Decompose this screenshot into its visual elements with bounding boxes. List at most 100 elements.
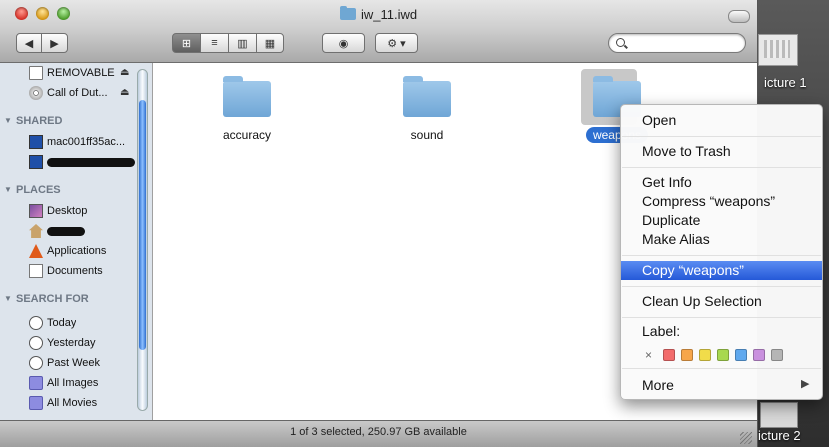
sidebar-item-label: Desktop xyxy=(47,205,88,217)
back-button[interactable]: ◀ xyxy=(16,33,42,53)
smart-folder-icon xyxy=(29,376,43,390)
desktop-file-label: icture 1 xyxy=(764,75,807,90)
label-heading: Label: xyxy=(642,323,681,339)
sidebar-heading-search-for[interactable]: SEARCH FOR xyxy=(4,293,89,305)
view-mode-buttons: ⊞ ≡ ▥ ▦ xyxy=(172,33,284,53)
file-name: accuracy xyxy=(222,128,272,142)
sidebar-item-today[interactable]: Today xyxy=(29,314,139,332)
applications-icon xyxy=(29,244,43,258)
menu-item-make-alias[interactable]: Make Alias xyxy=(621,230,822,249)
sidebar-item-desktop[interactable]: Desktop xyxy=(29,202,139,220)
sidebar-item-all-movies[interactable]: All Movies xyxy=(29,394,139,412)
resize-handle[interactable] xyxy=(740,432,752,444)
computer-icon xyxy=(29,155,43,169)
sidebar-item-home[interactable] xyxy=(29,222,139,240)
sidebar-item-past-week[interactable]: Past Week xyxy=(29,354,139,372)
icon-view-button[interactable]: ⊞ xyxy=(172,33,201,53)
minimize-window-button[interactable] xyxy=(36,7,49,20)
quicklook-button[interactable]: ◉ xyxy=(322,33,365,53)
label-swatch-red[interactable] xyxy=(663,349,675,361)
no-label-icon[interactable]: × xyxy=(645,348,657,362)
documents-icon xyxy=(29,264,43,278)
menu-item-open[interactable]: Open xyxy=(621,111,822,130)
sidebar-item-label: All Movies xyxy=(47,397,98,409)
sidebar-item-applications[interactable]: Applications xyxy=(29,242,139,260)
search-field[interactable] xyxy=(608,33,746,53)
folder-icon xyxy=(340,6,356,20)
desktop-icon xyxy=(29,204,43,218)
label-swatch-gray[interactable] xyxy=(771,349,783,361)
sidebar-item-documents[interactable]: Documents xyxy=(29,262,139,280)
menu-separator xyxy=(622,167,821,168)
label-swatch-blue[interactable] xyxy=(735,349,747,361)
window-title: iw_11.iwd xyxy=(361,6,418,22)
clock-icon xyxy=(29,336,43,350)
sidebar-heading-shared[interactable]: SHARED xyxy=(4,115,63,127)
status-text: 1 of 3 selected, 250.97 GB available xyxy=(290,426,467,438)
desktop-file-icon[interactable] xyxy=(760,402,798,428)
status-bar: 1 of 3 selected, 250.97 GB available xyxy=(0,420,757,447)
action-menu-button[interactable]: ⚙ ▾ xyxy=(375,33,418,53)
search-input[interactable] xyxy=(631,36,743,52)
smart-folder-icon xyxy=(29,396,43,410)
sidebar: REMOVABLE ⏏ Call of Dut... ⏏ SHARED mac0… xyxy=(0,63,153,420)
folder-accuracy[interactable]: accuracy xyxy=(187,76,307,144)
menu-separator xyxy=(622,317,821,318)
menu-separator xyxy=(622,136,821,137)
list-view-button[interactable]: ≡ xyxy=(200,33,229,53)
folder-sound[interactable]: sound xyxy=(367,76,487,144)
desktop-file-label: icture 2 xyxy=(758,428,801,443)
forward-button[interactable]: ▶ xyxy=(41,33,68,53)
sidebar-scrollbar[interactable] xyxy=(137,69,148,411)
menu-item-more[interactable]: More xyxy=(621,376,822,395)
sidebar-item-label: Past Week xyxy=(47,357,100,369)
sidebar-item-label: mac001ff35ac... xyxy=(47,136,126,148)
sidebar-item-label: Call of Dut... xyxy=(47,87,108,99)
sidebar-item-shared-redacted[interactable] xyxy=(29,153,139,171)
sidebar-item-label: REMOVABLE xyxy=(47,67,115,79)
column-view-button[interactable]: ▥ xyxy=(228,33,257,53)
sidebar-item-all-images[interactable]: All Images xyxy=(29,374,139,392)
toolbar-toggle-button[interactable] xyxy=(728,10,750,23)
redacted-label xyxy=(47,226,85,236)
close-window-button[interactable] xyxy=(15,7,28,20)
menu-item-get-info[interactable]: Get Info xyxy=(621,173,822,192)
sidebar-item-label: Yesterday xyxy=(47,337,96,349)
coverflow-view-button[interactable]: ▦ xyxy=(256,33,284,53)
desktop-file-icon[interactable] xyxy=(758,34,798,66)
search-icon xyxy=(616,38,625,47)
eject-icon[interactable]: ⏏ xyxy=(120,67,129,78)
menu-item-clean-up-selection[interactable]: Clean Up Selection xyxy=(621,292,822,311)
sidebar-item-mac001[interactable]: mac001ff35ac... xyxy=(29,133,139,151)
file-name: sound xyxy=(410,128,444,142)
menu-item-copy[interactable]: Copy “weapons” xyxy=(621,261,822,280)
sidebar-item-label: Applications xyxy=(47,245,107,257)
window-title-bar: iw_11.iwd xyxy=(340,5,417,23)
label-swatch-purple[interactable] xyxy=(753,349,765,361)
redacted-label xyxy=(47,157,135,167)
clock-icon xyxy=(29,356,43,370)
menu-item-compress[interactable]: Compress “weapons” xyxy=(621,192,822,211)
label-swatch-green[interactable] xyxy=(717,349,729,361)
sidebar-item-label: All Images xyxy=(47,377,99,389)
home-icon xyxy=(29,224,43,238)
context-menu: Open Move to Trash Get Info Compress “we… xyxy=(620,104,823,400)
navigation-buttons: ◀ ▶ xyxy=(16,33,68,53)
sidebar-item-yesterday[interactable]: Yesterday xyxy=(29,334,139,352)
menu-separator xyxy=(622,368,821,369)
eject-icon[interactable]: ⏏ xyxy=(120,87,129,98)
zoom-window-button[interactable] xyxy=(57,7,70,20)
label-swatch-orange[interactable] xyxy=(681,349,693,361)
menu-item-move-to-trash[interactable]: Move to Trash xyxy=(621,142,822,161)
sidebar-item-label: Documents xyxy=(47,265,103,277)
sidebar-heading-places[interactable]: PLACES xyxy=(4,184,61,196)
folder-icon xyxy=(403,76,451,117)
label-color-picker: × xyxy=(645,348,783,362)
label-swatch-yellow[interactable] xyxy=(699,349,711,361)
menu-separator xyxy=(622,286,821,287)
cd-icon xyxy=(29,86,43,100)
scrollbar-thumb[interactable] xyxy=(139,100,146,350)
drive-icon xyxy=(29,66,43,80)
submenu-arrow-icon: ▶ xyxy=(801,378,810,390)
menu-item-duplicate[interactable]: Duplicate xyxy=(621,211,822,230)
